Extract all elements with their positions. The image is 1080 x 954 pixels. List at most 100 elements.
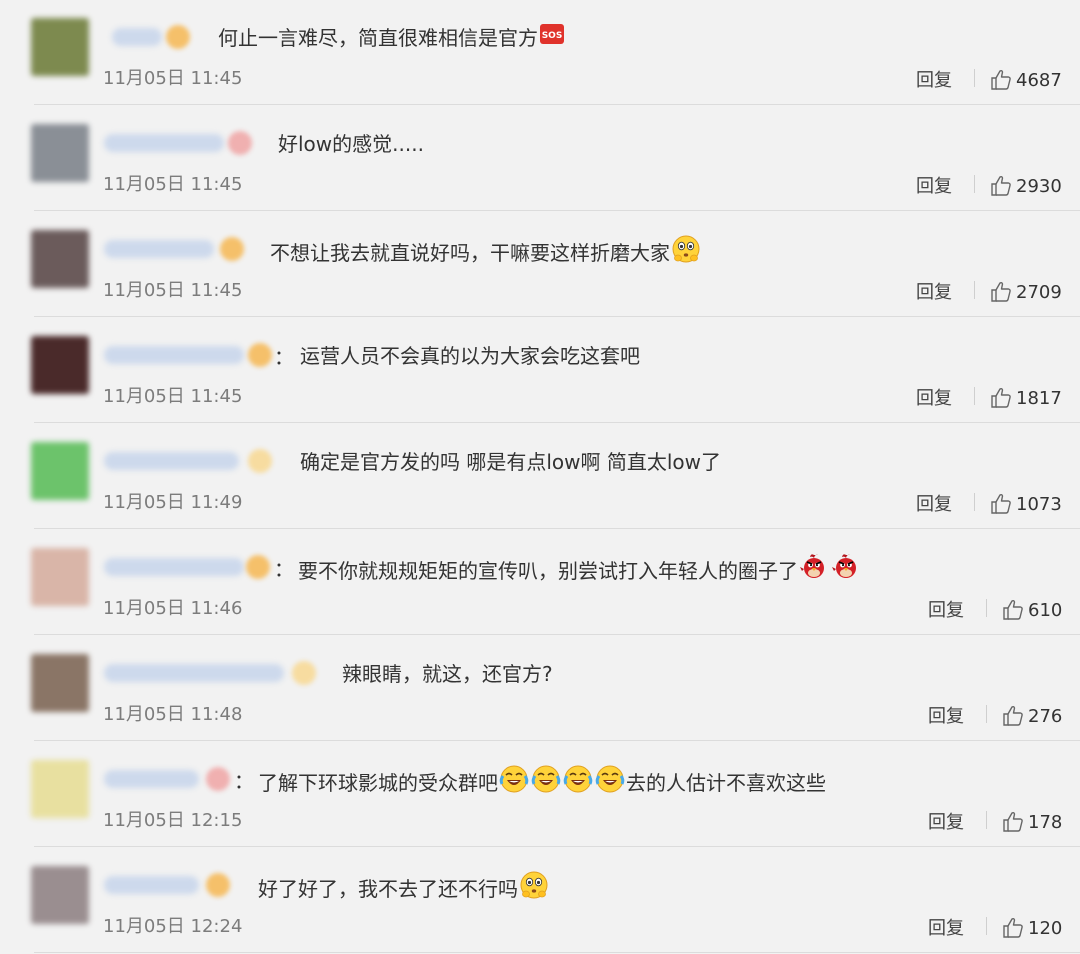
like-count[interactable]: 1817 <box>1016 388 1062 409</box>
row-divider <box>34 528 1080 529</box>
comment-text-body: 何止一言难尽，简直很难相信是官方 <box>218 26 538 50</box>
comment-item: 确定是官方发的吗 哪是有点low啊 简直太low了 11月05日 11:49 回复 1… <box>0 424 1080 529</box>
comment-text-tail: 去的人估计不喜欢这些 <box>626 771 826 795</box>
reply-button[interactable]: 回复 <box>928 914 964 940</box>
comment-colon: ： <box>274 345 294 369</box>
username-blurred[interactable] <box>104 240 214 258</box>
reply-button[interactable]: 回复 <box>916 66 952 92</box>
avatar[interactable] <box>31 442 89 500</box>
comment-item: ：了解下环球影城的受众群吧 去的人估计不喜欢这些 11月05日 12:15 回复 178 <box>0 742 1080 847</box>
like-count[interactable]: 276 <box>1028 706 1062 727</box>
comment-colon: ： <box>274 557 294 581</box>
avatar[interactable] <box>31 548 89 606</box>
angry-bird-icon <box>799 552 829 587</box>
comment-list: 何止一言难尽，简直很难相信是官方 SOS 11月05日 11:45 回复 4687 好lo… <box>0 0 1080 954</box>
avatar[interactable] <box>31 654 89 712</box>
action-divider <box>974 387 975 405</box>
reply-button[interactable]: 回复 <box>916 278 952 304</box>
row-divider <box>34 316 1080 317</box>
comment-text: 运营人员不会真的以为大家会吃这套吧 <box>300 340 640 369</box>
angry-bird-icon <box>831 552 861 587</box>
reply-button[interactable]: 回复 <box>928 808 964 834</box>
row-divider <box>34 634 1080 635</box>
thumbs-up-icon[interactable] <box>1002 599 1024 621</box>
like-count[interactable]: 120 <box>1028 918 1062 939</box>
reply-button[interactable]: 回复 <box>916 384 952 410</box>
thumbs-up-icon[interactable] <box>990 175 1012 197</box>
comment-text: 何止一言难尽，简直很难相信是官方 SOS <box>218 22 566 51</box>
laugh-cry-icon <box>563 764 593 799</box>
like-count[interactable]: 178 <box>1028 812 1062 833</box>
timestamp: 11月05日 12:15 <box>103 810 243 831</box>
like-count[interactable]: 2930 <box>1016 176 1062 197</box>
timestamp: 11月05日 11:45 <box>103 174 243 195</box>
comment-text: 了解下环球影城的受众群吧 去的人估计不喜欢这些 <box>258 764 826 799</box>
avatar[interactable] <box>31 124 89 182</box>
user-badge-icon <box>166 25 190 49</box>
laugh-cry-icon <box>595 764 625 799</box>
user-badge-icon <box>248 343 272 367</box>
laugh-cry-icon <box>499 764 529 799</box>
comment-item: 辣眼睛，就这，还官方? 11月05日 11:48 回复 276 <box>0 636 1080 741</box>
comment-text-body: 确定是官方发的吗 哪是有点low啊 简直太low了 <box>300 450 722 474</box>
row-divider <box>34 952 1080 953</box>
row-divider <box>34 104 1080 105</box>
username-blurred[interactable] <box>104 134 224 152</box>
username-blurred[interactable] <box>104 452 239 470</box>
thumbs-up-icon[interactable] <box>990 387 1012 409</box>
user-badge-icon <box>292 661 316 685</box>
comment-item: 好low的感觉..... 11月05日 11:45 回复 2930 <box>0 106 1080 211</box>
thumbs-up-icon[interactable] <box>990 493 1012 515</box>
avatar[interactable] <box>31 760 89 818</box>
like-count[interactable]: 4687 <box>1016 70 1062 91</box>
thumbs-up-icon[interactable] <box>990 281 1012 303</box>
thumbs-up-icon[interactable] <box>990 69 1012 91</box>
action-divider <box>986 599 987 617</box>
thumbs-up-icon[interactable] <box>1002 917 1024 939</box>
username-blurred[interactable] <box>112 28 162 46</box>
timestamp: 11月05日 11:46 <box>103 598 243 619</box>
like-count[interactable]: 1073 <box>1016 494 1062 515</box>
scared-face-icon <box>671 234 701 269</box>
comment-text: 好low的感觉..... <box>278 128 424 157</box>
avatar[interactable] <box>31 18 89 76</box>
comment-item: 不想让我去就直说好吗，干嘛要这样折磨大家 11月05日 11:45 回复 2709 <box>0 212 1080 317</box>
comment-item: 何止一言难尽，简直很难相信是官方 SOS 11月05日 11:45 回复 4687 <box>0 0 1080 105</box>
comment-text: 确定是官方发的吗 哪是有点low啊 简直太low了 <box>300 446 721 475</box>
comment-text-body: 运营人员不会真的以为大家会吃这套吧 <box>300 344 640 368</box>
avatar[interactable] <box>31 866 89 924</box>
username-blurred[interactable] <box>104 346 244 364</box>
timestamp: 11月05日 12:24 <box>103 916 243 937</box>
avatar[interactable] <box>31 336 89 394</box>
reply-button[interactable]: 回复 <box>916 490 952 516</box>
sos-icon: SOS <box>539 23 565 50</box>
comment-text: 不想让我去就直说好吗，干嘛要这样折磨大家 <box>270 234 702 269</box>
username-blurred[interactable] <box>104 664 284 682</box>
comment-text: 好了好了，我不去了还不行吗 <box>258 870 550 905</box>
reply-button[interactable]: 回复 <box>916 172 952 198</box>
like-count[interactable]: 610 <box>1028 600 1062 621</box>
row-divider <box>34 210 1080 211</box>
username-blurred[interactable] <box>104 876 199 894</box>
action-divider <box>974 175 975 193</box>
svg-text:SOS: SOS <box>542 31 563 41</box>
action-divider <box>974 493 975 511</box>
like-count[interactable]: 2709 <box>1016 282 1062 303</box>
reply-button[interactable]: 回复 <box>928 596 964 622</box>
username-blurred[interactable] <box>104 558 244 576</box>
thumbs-up-icon[interactable] <box>1002 705 1024 727</box>
username-blurred[interactable] <box>104 770 199 788</box>
reply-button[interactable]: 回复 <box>928 702 964 728</box>
comment-text-body: 了解下环球影城的受众群吧 <box>258 771 498 795</box>
timestamp: 11月05日 11:45 <box>103 386 243 407</box>
thumbs-up-icon[interactable] <box>1002 811 1024 833</box>
user-badge-icon <box>206 873 230 897</box>
comment-text: 辣眼睛，就这，还官方? <box>342 658 553 687</box>
comment-text-body: 不想让我去就直说好吗，干嘛要这样折磨大家 <box>270 241 670 265</box>
row-divider <box>34 846 1080 847</box>
row-divider <box>34 740 1080 741</box>
laugh-cry-icon <box>531 764 561 799</box>
avatar[interactable] <box>31 230 89 288</box>
row-divider <box>34 422 1080 423</box>
comment-text-body: 辣眼睛，就这，还官方? <box>342 662 553 686</box>
